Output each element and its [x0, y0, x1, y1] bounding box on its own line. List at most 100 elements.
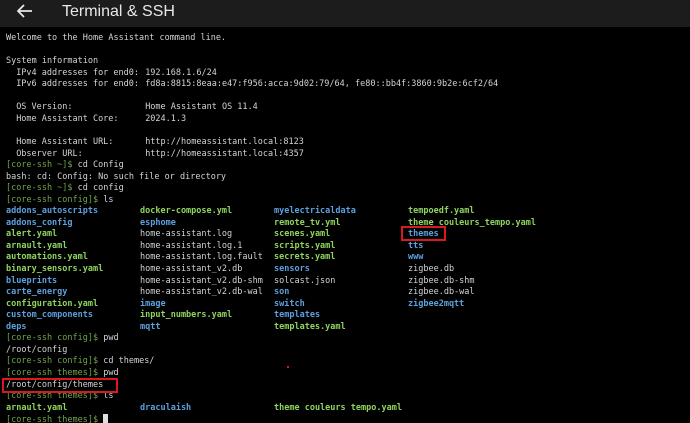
output-text: /root/config: [6, 344, 68, 355]
file-entry: addons_autoscripts: [6, 206, 99, 217]
page-title: Terminal & SSH: [62, 3, 175, 20]
file-entry: custom_components: [6, 310, 93, 321]
prompt-line: [core-ssh themes]$: [6, 414, 109, 423]
file-entry: home-assistant.log.fault: [140, 252, 263, 263]
prompt-line: [core-ssh themes]$ ls: [6, 391, 114, 402]
info-label: Home Assistant URL:: [16, 136, 114, 147]
file-entry: carte_energy: [6, 287, 68, 298]
file-entry: arnault.yaml: [6, 240, 68, 251]
file-entry: docker-compose.yml: [140, 206, 233, 217]
file-entry: binary_sensors.yaml: [6, 264, 104, 274]
terminal-screen[interactable]: Welcome to the Home Assistant command li…: [0, 27, 690, 423]
shell-command: pwd: [103, 333, 119, 344]
file-entry: scenes.yaml: [274, 229, 331, 240]
arrow-left-icon: [17, 4, 32, 18]
back-button[interactable]: [12, 0, 40, 24]
file-entry: templates.yaml: [274, 321, 346, 332]
file-entry: secrets.yaml: [274, 252, 336, 263]
file-entry: son: [274, 287, 290, 298]
shell-command: cd themes/: [103, 356, 155, 367]
text-cursor: [103, 414, 109, 423]
file-entry: blueprints: [6, 275, 58, 286]
annotation-mark: [287, 365, 289, 368]
file-entry: image: [140, 298, 166, 309]
shell-prompt: [core-ssh ~]$: [6, 160, 73, 171]
file-entry: tempoedf.yaml: [408, 206, 475, 217]
file-entry: alert.yaml: [6, 229, 58, 240]
prompt-line: [core-ssh config]$ pwd: [6, 333, 119, 344]
file-entry: deps: [6, 321, 27, 332]
file-entry: automations.yaml: [6, 252, 88, 263]
info-value: http://homeassistant.local:8123: [145, 136, 304, 147]
info-label: Observer URL:: [16, 148, 83, 159]
shell-prompt: [core-ssh config]$: [6, 194, 99, 205]
shell-command: ls: [103, 194, 114, 205]
app-header: Terminal & SSH: [0, 0, 690, 27]
info-value: 2024.1.3: [145, 113, 187, 124]
shell-command: pwd: [103, 367, 119, 378]
file-entry: solcast.json: [274, 275, 336, 286]
info-label: IPv4 addresses for end0:: [16, 67, 140, 78]
info-label: Home Assistant Core:: [16, 113, 119, 124]
prompt-line: [core-ssh config]$ ls: [6, 195, 114, 206]
file-entry: zigbee.db-shm: [408, 275, 475, 286]
file-entry: www: [408, 252, 424, 263]
highlight-pwd-box: [2, 377, 118, 393]
info-line: OS Version: Home Assistant OS 11.4: [16, 102, 258, 113]
output-text: System information: [6, 56, 99, 67]
file-entry: myelectricaldata: [274, 206, 356, 217]
file-entry: templates: [274, 310, 321, 321]
file-entry: draculaish: [140, 402, 192, 413]
info-value: fd8a:8815:8eaa:e47:f956:acca:9d02:79/64,…: [145, 79, 499, 90]
shell-prompt: [core-ssh config]$: [6, 356, 99, 367]
file-entry: zigbee.db-wal: [408, 287, 475, 298]
info-value: Home Assistant OS 11.4: [145, 102, 258, 113]
prompt-line: [core-ssh ~]$ cd Config: [6, 160, 124, 171]
info-value: 192.168.1.6/24: [145, 67, 217, 78]
info-line: Observer URL: http://homeassistant.local:…: [16, 148, 304, 160]
file-entry: sensors: [274, 264, 310, 274]
output-text: bash: cd: Config: No such file or direct…: [6, 171, 227, 182]
file-entry: home-assistant_v2.db-shm: [140, 275, 263, 286]
file-entry: mqtt: [140, 321, 161, 332]
prompt-line: [core-ssh config]$ cd themes/: [6, 356, 154, 367]
output-line: System information: [6, 56, 98, 67]
file-entry: home-assistant.log.1: [140, 240, 243, 251]
file-entry: home-assistant_v2.db-wal: [140, 287, 263, 298]
shell-prompt: [core-ssh config]$: [6, 333, 99, 344]
shell-command: cd Config: [77, 160, 124, 171]
info-line: Home Assistant URL: http://homeassistant.…: [16, 136, 304, 148]
file-entry: configuration.yaml: [6, 298, 99, 309]
output-line: /root/config: [6, 345, 67, 356]
shell-command: ls: [103, 391, 114, 402]
info-label: IPv6 addresses for end0:: [16, 79, 140, 90]
file-entry: switch: [274, 298, 305, 309]
file-entry: home-assistant.log: [140, 229, 233, 240]
file-entry: input_numbers.yaml: [140, 310, 233, 321]
file-entry: tts: [408, 240, 424, 251]
file-entry: theme couleurs tempo.yaml: [274, 402, 402, 413]
info-label: OS Version:: [16, 102, 73, 113]
output-line: bash: cd: Config: No such file or direct…: [6, 172, 226, 183]
shell-command: cd config: [77, 183, 124, 194]
file-entry: zigbee.db: [408, 264, 455, 274]
file-entry: remote_tv.yml: [274, 217, 341, 228]
shell-prompt: [core-ssh ~]$: [6, 183, 73, 194]
file-entry: arnault.yaml: [6, 402, 68, 413]
prompt-line: [core-ssh ~]$ cd config: [6, 183, 124, 194]
file-entry: scripts.yaml: [274, 240, 336, 251]
info-line: IPv6 addresses for end0: fd8a:8815:8eaa:e…: [16, 79, 498, 90]
highlight-themes-box: [401, 226, 446, 242]
shell-prompt: [core-ssh themes]$: [6, 415, 99, 423]
file-entry: addons_config: [6, 217, 73, 228]
shell-prompt: [core-ssh themes]$: [6, 367, 99, 378]
info-value: http://homeassistant.local:4357: [145, 148, 304, 159]
file-entry: zigbee2mqtt: [408, 298, 465, 309]
file-entry: home-assistant_v2.db: [140, 264, 243, 274]
output-text: Welcome to the Home Assistant command li…: [6, 33, 227, 43]
info-line: Home Assistant Core: 2024.1.3: [16, 113, 186, 125]
file-entry: esphome: [140, 217, 176, 228]
output-line: Welcome to the Home Assistant command li…: [6, 33, 226, 44]
info-line: IPv4 addresses for end0: 192.168.1.6/24: [16, 67, 217, 79]
shell-prompt: [core-ssh themes]$: [6, 391, 99, 402]
